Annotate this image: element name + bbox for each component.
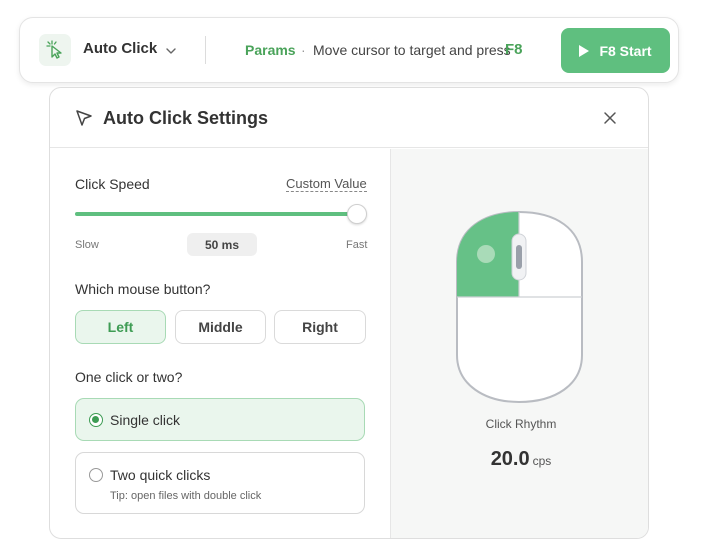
slow-label: Slow xyxy=(75,239,99,251)
single-click-label: Single click xyxy=(110,412,181,428)
custom-value-link[interactable]: Custom Value xyxy=(286,176,367,192)
speed-value-badge: 50 ms xyxy=(187,233,257,256)
start-button-label: F8 Start xyxy=(599,42,652,59)
hotkey-label: F8 xyxy=(505,41,523,58)
start-button[interactable]: F8 Start xyxy=(561,28,670,73)
click-rhythm-label: Click Rhythm xyxy=(485,417,557,431)
button-option-right[interactable]: Right xyxy=(274,310,366,344)
instruction-text: Move cursor to target and press xyxy=(313,42,511,58)
preview-pane: Click Rhythm 20.0 cps xyxy=(390,149,648,538)
settings-form: Click Speed Custom Value Slow 50 ms Fast… xyxy=(50,149,390,538)
click-indicator xyxy=(477,245,495,263)
button-option-left[interactable]: Left xyxy=(75,310,166,344)
play-icon xyxy=(579,44,590,57)
button-option-middle[interactable]: Middle xyxy=(175,310,266,344)
speed-slider-track[interactable] xyxy=(75,212,357,216)
chevron-down-icon[interactable] xyxy=(165,44,177,56)
separator-dot: · xyxy=(301,42,306,58)
toolbar: Auto Click Params · Move cursor to targe… xyxy=(19,17,679,83)
double-click-tip: Tip: open files with double click xyxy=(110,490,262,502)
click-rhythm-value: 20.0 cps xyxy=(391,448,648,471)
double-click-label: Two quick clicks xyxy=(110,467,211,483)
cursor-arrow-icon xyxy=(75,109,93,127)
fast-label: Fast xyxy=(346,239,368,251)
params-link[interactable]: Params xyxy=(245,42,296,58)
speed-slider-thumb[interactable] xyxy=(347,204,367,224)
single-click-option[interactable]: Single click xyxy=(75,398,365,441)
click-rhythm-unit: cps xyxy=(532,454,552,468)
double-click-option[interactable]: Two quick clicks Tip: open files with do… xyxy=(75,452,365,514)
double-click-radio[interactable] xyxy=(89,468,103,482)
toolbar-divider xyxy=(205,36,206,64)
panel-header: Auto Click Settings xyxy=(50,88,648,148)
click-type-label: One click or two? xyxy=(75,369,183,385)
panel-title: Auto Click Settings xyxy=(103,108,269,128)
click-rhythm-number: 20.0 xyxy=(490,448,530,470)
single-click-radio[interactable] xyxy=(89,413,103,427)
click-speed-label: Click Speed xyxy=(75,176,150,192)
cursor-click-icon[interactable] xyxy=(39,34,71,66)
tool-selector-label[interactable]: Auto Click xyxy=(83,40,157,57)
mouse-button-label: Which mouse button? xyxy=(75,281,211,297)
settings-panel: Auto Click Settings Click Speed Custom V… xyxy=(49,87,649,539)
close-icon[interactable] xyxy=(601,109,619,127)
mouse-illustration xyxy=(455,210,585,405)
